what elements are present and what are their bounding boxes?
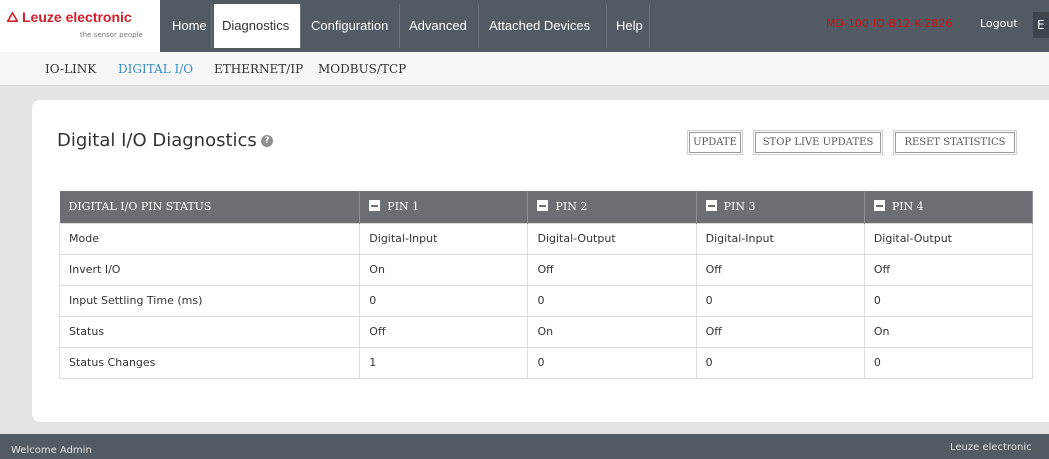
header-pin-4-label: PIN 4 <box>891 200 924 214</box>
row-label: Status Changes <box>58 346 361 379</box>
header-pin-status: DIGITAL I/O PIN STATUS <box>59 191 361 223</box>
row-label: Mode <box>58 222 361 255</box>
table-row: Invert I/O On Off Off Off <box>58 253 1034 286</box>
collapse-minus-icon[interactable] <box>369 200 381 212</box>
page-title-wrap: Digital I/O Diagnostics? <box>57 130 273 151</box>
collapse-minus-icon[interactable] <box>705 200 717 212</box>
table-cell: Off <box>695 315 865 348</box>
header-pin-1: PIN 1 <box>359 191 529 223</box>
footer-brand: Leuze electronic <box>950 442 1032 453</box>
table-row: Status Changes 1 0 0 0 <box>58 346 1034 379</box>
language-selector[interactable]: E <box>1033 12 1049 38</box>
help-icon[interactable]: ? <box>260 135 273 147</box>
diagnostics-panel: Digital I/O Diagnostics? UPDATE STOP LIV… <box>32 100 1049 422</box>
tab-home[interactable]: Home <box>164 4 212 48</box>
top-navigation-bar: Leuze electronic the sensor people Home … <box>0 0 1049 52</box>
leuze-logo-triangle-icon <box>6 11 19 25</box>
header-pin-1-label: PIN 1 <box>387 200 420 214</box>
table-cell: Digital-Output <box>863 222 1034 255</box>
header-pin-2-label: PIN 2 <box>555 200 588 214</box>
page-title: Digital I/O Diagnostics <box>57 130 257 151</box>
stop-live-updates-button[interactable]: STOP LIVE UPDATES <box>753 130 883 155</box>
table-cell: 0 <box>695 346 865 379</box>
table-cell: On <box>863 315 1034 348</box>
table-cell: 0 <box>863 346 1034 379</box>
table-row: Status Off On Off On <box>58 315 1034 348</box>
brand-tagline: the sensor people <box>80 31 143 39</box>
table-cell: Off <box>695 253 865 286</box>
table-cell: On <box>359 253 529 286</box>
row-label: Status <box>58 315 361 348</box>
logout-link[interactable]: Logout <box>980 17 1018 30</box>
tab-advanced[interactable]: Advanced <box>401 4 479 48</box>
pin-status-table: DIGITAL I/O PIN STATUS PIN 1 PIN 2 PIN 3… <box>58 191 1034 379</box>
tab-diagnostics[interactable]: Diagnostics <box>214 4 301 48</box>
reset-statistics-button[interactable]: RESET STATISTICS <box>893 130 1017 155</box>
header-pin-3: PIN 3 <box>696 191 865 223</box>
subnav-ethernet-ip[interactable]: ETHERNET/IP <box>214 62 303 76</box>
table-cell: 0 <box>527 346 697 379</box>
table-row: Input Settling Time (ms) 0 0 0 0 <box>58 284 1034 317</box>
sub-navigation: IO-LINK DIGITAL I/O ETHERNET/IP MODBUS/T… <box>0 52 1049 86</box>
table-cell: Digital-Input <box>359 222 529 255</box>
subnav-digital-io[interactable]: DIGITAL I/O <box>118 62 193 76</box>
table-cell: Off <box>359 315 529 348</box>
collapse-minus-icon[interactable] <box>537 200 549 212</box>
table-cell: On <box>527 315 697 348</box>
subnav-io-link[interactable]: IO-LINK <box>45 62 96 76</box>
table-cell: Off <box>863 253 1034 286</box>
device-name: MD-100-IO-B12-K-2826 <box>826 17 953 30</box>
table-header-row: DIGITAL I/O PIN STATUS PIN 1 PIN 2 PIN 3… <box>59 191 1034 223</box>
brand-logo[interactable]: Leuze electronic the sensor people <box>0 0 160 52</box>
table-cell: 1 <box>359 346 529 379</box>
table-cell: 0 <box>863 284 1034 317</box>
brand-logo-text: Leuze electronic <box>6 9 132 25</box>
welcome-message: Welcome Admin <box>11 445 92 456</box>
brand-name: Leuze electronic <box>22 9 132 25</box>
header-pin-4: PIN 4 <box>864 191 1034 223</box>
header-pin-3-label: PIN 3 <box>723 200 756 214</box>
footer-bar: Welcome Admin Leuze electronic <box>0 434 1049 459</box>
table-cell: 0 <box>359 284 529 317</box>
collapse-minus-icon[interactable] <box>873 200 885 212</box>
row-label: Input Settling Time (ms) <box>58 284 361 317</box>
table-cell: Digital-Input <box>695 222 865 255</box>
update-button[interactable]: UPDATE <box>687 130 743 155</box>
subnav-modbus-tcp[interactable]: MODBUS/TCP <box>318 62 406 76</box>
row-label: Invert I/O <box>58 253 361 286</box>
table-row: Mode Digital-Input Digital-Output Digita… <box>58 222 1034 255</box>
table-cell: Off <box>527 253 697 286</box>
table-cell: Digital-Output <box>527 222 697 255</box>
tab-configuration[interactable]: Configuration <box>303 4 400 48</box>
table-cell: 0 <box>695 284 865 317</box>
tab-help[interactable]: Help <box>608 4 650 48</box>
table-cell: 0 <box>527 284 697 317</box>
tab-attached-devices[interactable]: Attached Devices <box>481 4 607 48</box>
header-pin-2: PIN 2 <box>527 191 697 223</box>
